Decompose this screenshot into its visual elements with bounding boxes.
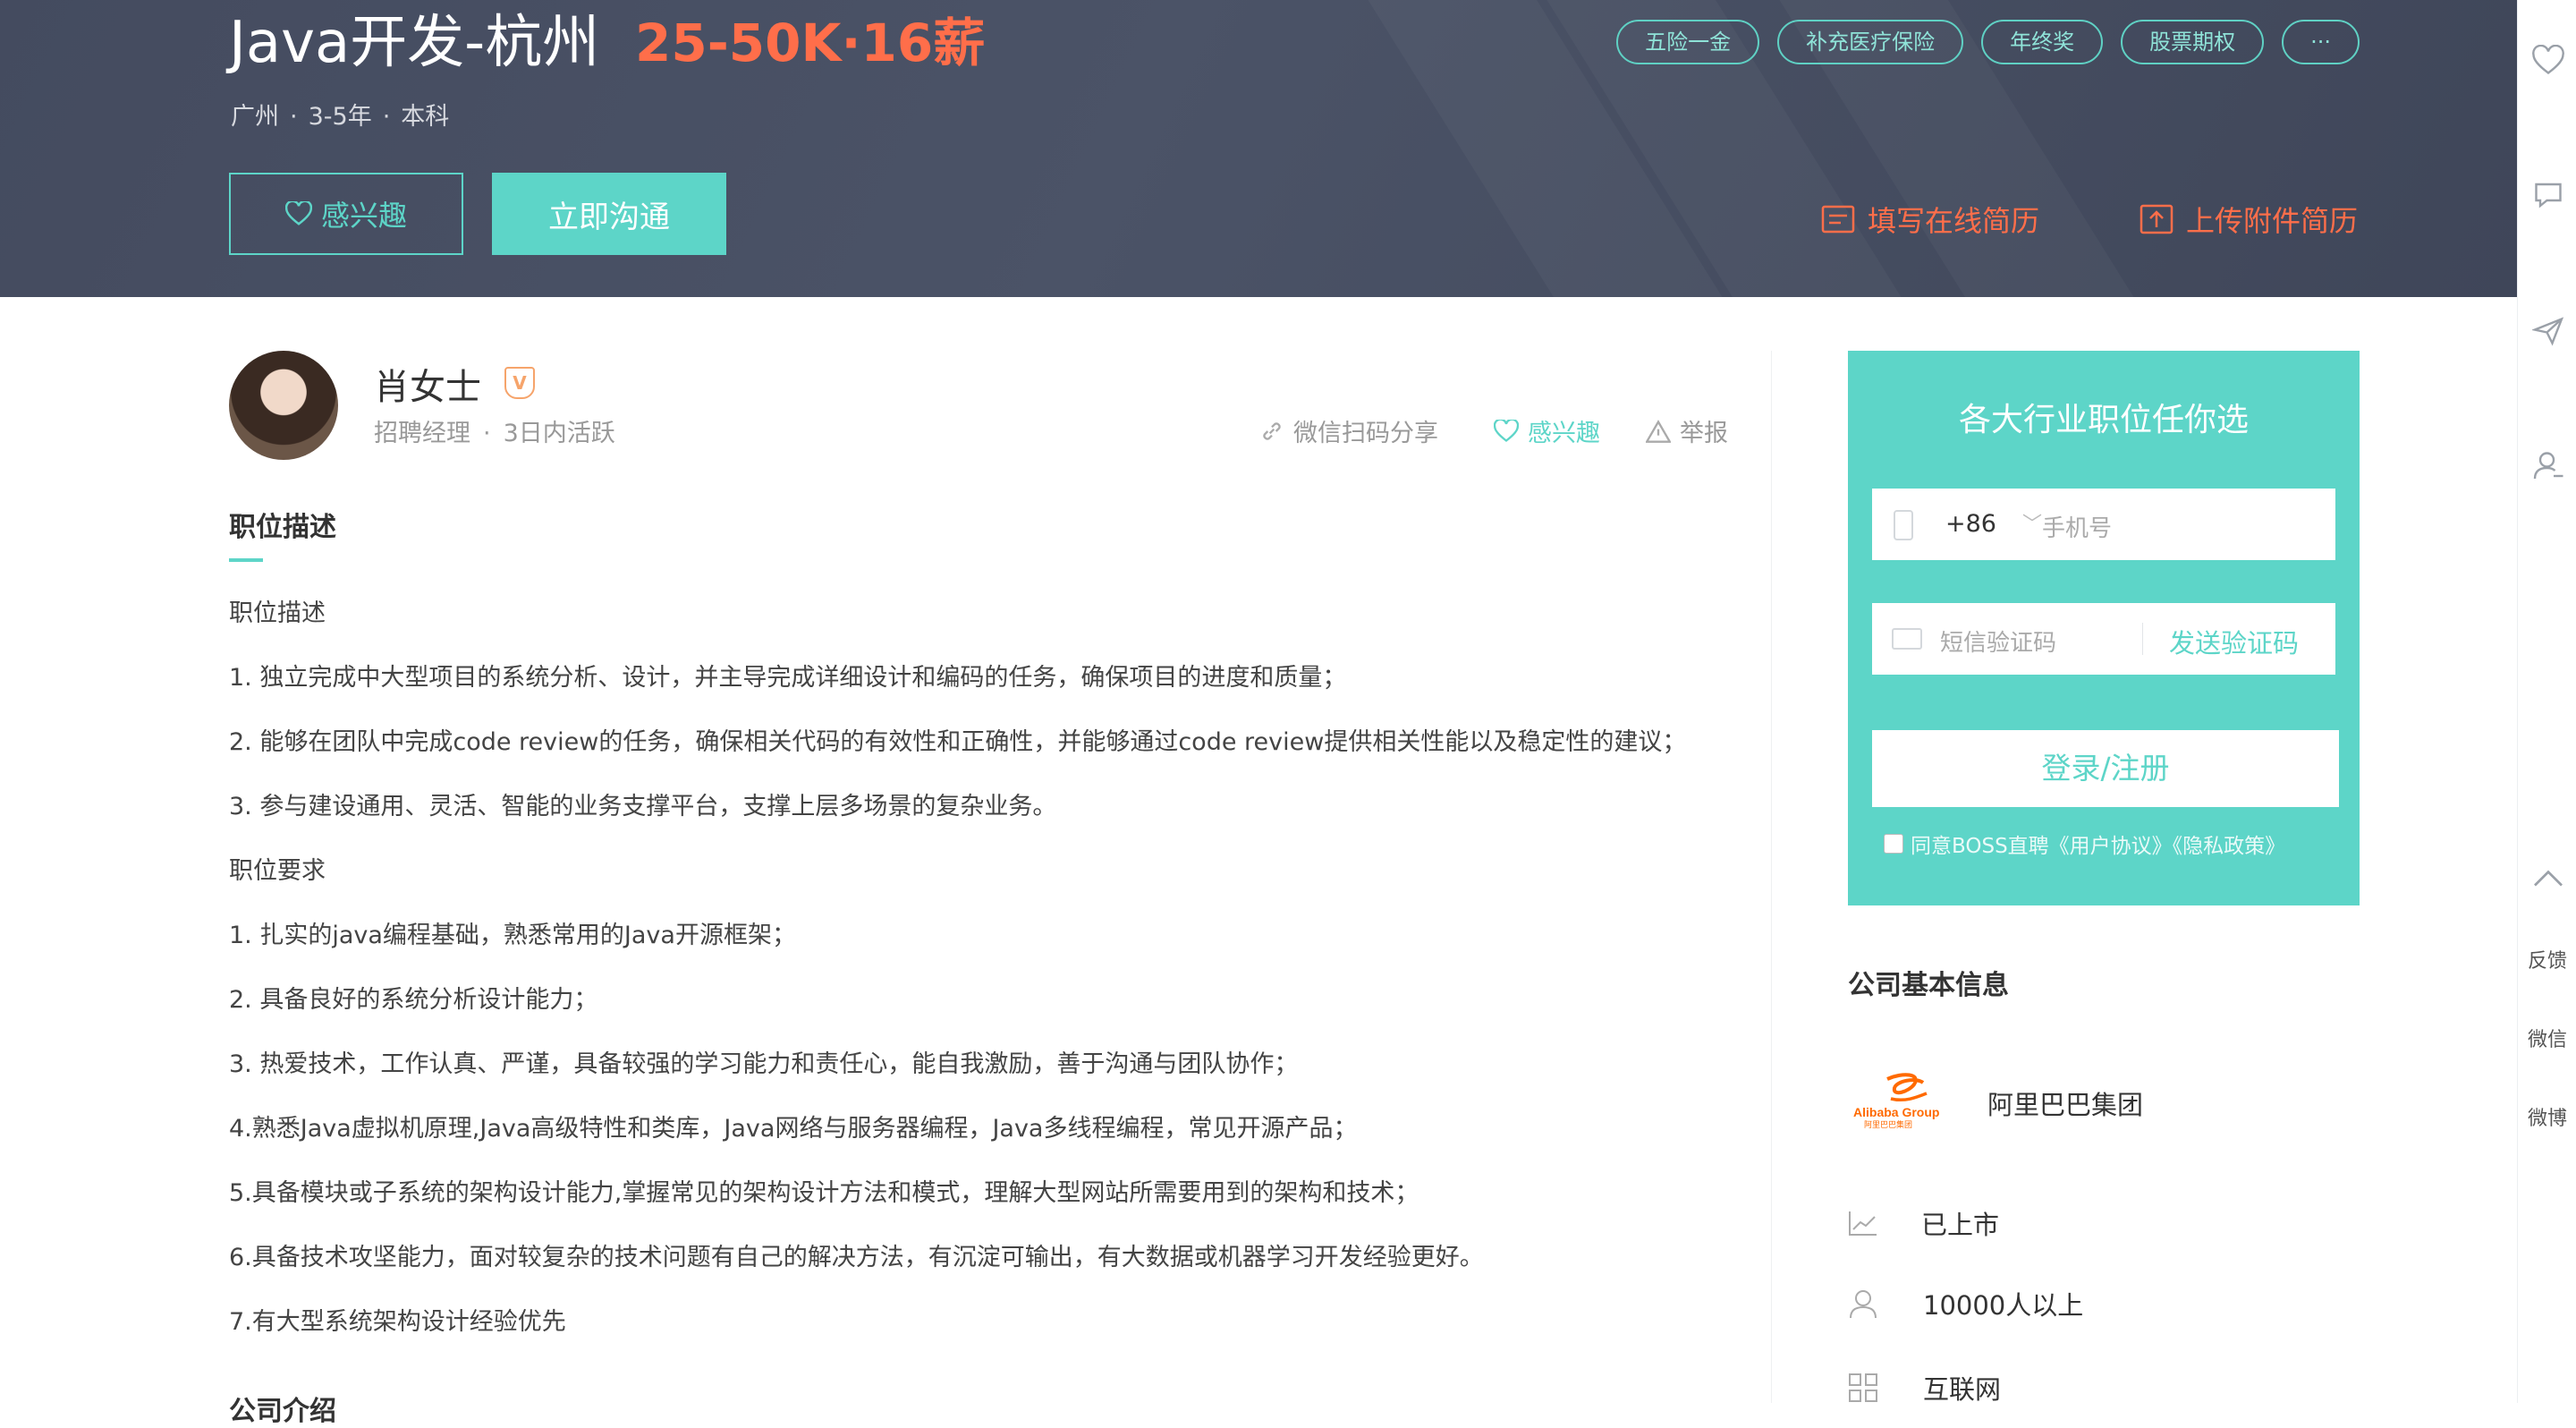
trend-chart-icon (1849, 1211, 1877, 1236)
code-input-row: 短信验证码 发送验证码 (1872, 603, 2335, 675)
job-degree: 本科 (401, 103, 450, 131)
upload-icon (2140, 204, 2174, 234)
recruiter-meta: 招聘经理 · 3日内活跃 (374, 420, 615, 447)
report-label: 举报 (1680, 420, 1728, 447)
description-line: 1. 独立完成中大型项目的系统分析、设计，并主导完成详细设计和编码的任务，确保项… (229, 664, 1347, 692)
job-benefit-tags: 五险一金 补充医疗保险 年终奖 股票期权 ··· (1616, 20, 2360, 64)
description-line: 7.有大型系统架构设计经验优先 (229, 1308, 566, 1336)
column-divider (1771, 351, 1772, 1403)
recruiter-active-status: 3日内活跃 (503, 420, 615, 447)
chevron-down-icon[interactable]: ﹀ (2022, 508, 2042, 537)
phone-input-row: +86 ﹀ 手机号 (1872, 489, 2335, 560)
send-plane-icon[interactable] (2532, 315, 2564, 347)
agreement-text[interactable]: 同意BOSS直聘《用户协议》《隐私政策》 (1911, 829, 2285, 859)
company-industry-row: 互联网 (1848, 1369, 2001, 1407)
benefit-tag: 年终奖 (1981, 20, 2104, 64)
description-line: 职位描述 (229, 599, 326, 627)
wechat-share-label: 微信扫码分享 (1293, 420, 1438, 447)
login-card-title: 各大行业职位任你选 (1958, 402, 2249, 438)
chat-now-button[interactable]: 立即沟通 (492, 173, 726, 255)
description-line: 2. 具备良好的系统分析设计能力； (229, 986, 598, 1014)
company-size-row: 10000人以上 (1848, 1285, 2083, 1322)
user-profile-icon[interactable] (2532, 449, 2564, 481)
agreement-checkbox[interactable] (1884, 834, 1903, 854)
more-tags-button[interactable]: ··· (2282, 20, 2360, 64)
description-line: 6.具备技术攻坚能力，面对较复杂的技术问题有自己的解决方法，有沉淀可输出，有大数… (229, 1244, 1484, 1271)
chat-bubble-icon[interactable] (2532, 179, 2564, 211)
recruiter-role: 招聘经理 (374, 420, 470, 447)
country-code-select[interactable]: +86 (1945, 510, 1996, 538)
phone-input[interactable]: 手机号 (2042, 510, 2112, 543)
company-stage-row: 已上市 (1848, 1204, 1999, 1242)
job-meta: 广州 · 3-5年 · 本科 (231, 103, 450, 131)
agreement-row: 同意BOSS直聘《用户协议》《隐私政策》 (1884, 829, 2285, 859)
job-experience: 3-5年 (308, 103, 372, 131)
job-city: 广州 (231, 103, 279, 131)
logo-text-cn: 阿里巴巴集团 (1864, 1119, 1912, 1130)
company-logo[interactable]: Alibaba Group 阿里巴巴集团 (1852, 1070, 1952, 1131)
weibo-link[interactable]: 微博 (2518, 1102, 2576, 1131)
job-title: Java开发-杭州 (229, 10, 600, 76)
interest-button-label: 感兴趣 (320, 199, 407, 233)
heart-icon (1494, 419, 1519, 442)
benefit-tag: 补充医疗保险 (1777, 20, 1964, 64)
recruiter-name: 肖女士 (374, 367, 481, 408)
send-code-button[interactable]: 发送验证码 (2169, 623, 2299, 660)
right-toolbar: 反馈 微信 微博 (2517, 0, 2576, 1403)
login-card: 各大行业职位任你选 +86 ﹀ 手机号 短信验证码 发送验证码 登录/注册 同意… (1848, 351, 2360, 905)
login-register-button[interactable]: 登录/注册 (1872, 730, 2339, 807)
upload-resume-link[interactable]: 上传附件简历 (2140, 199, 2358, 240)
benefit-tag: 五险一金 (1616, 20, 1760, 64)
interest-button[interactable]: 感兴趣 (229, 173, 463, 255)
report-link[interactable]: 举报 (1646, 413, 1728, 448)
section-underline (229, 558, 263, 562)
online-resume-link[interactable]: 填写在线简历 (1821, 199, 2039, 240)
interest-link-label: 感兴趣 (1528, 420, 1600, 447)
warning-icon (1646, 419, 1671, 443)
company-stage: 已上市 (1921, 1210, 2000, 1240)
company-info-title: 公司基本信息 (1848, 970, 2009, 1001)
description-line: 3. 参与建设通用、灵活、智能的业务支撑平台，支撑上层多场景的复杂业务。 (229, 793, 1057, 820)
alibaba-logo: Alibaba Group 阿里巴巴集团 (1853, 1073, 1939, 1130)
upload-resume-label: 上传附件简历 (2186, 204, 2359, 238)
description-line: 5.具备模块或子系统的架构设计能力,掌握常见的架构设计方法和模式，理解大型网站所… (229, 1179, 1419, 1207)
back-to-top-icon[interactable] (2532, 863, 2564, 895)
wechat-share-link[interactable]: 微信扫码分享 (1259, 413, 1438, 448)
input-separator (2142, 623, 2143, 655)
description-line: 2. 能够在团队中完成code review的任务，确保相关代码的有效性和正确性… (229, 728, 1687, 756)
description-line: 4.熟悉Java虚拟机原理,Java高级特性和类库，Java网络与服务器编程，J… (229, 1115, 1358, 1143)
sms-icon (1892, 628, 1922, 650)
online-resume-label: 填写在线简历 (1868, 204, 2040, 238)
verified-badge: V (504, 367, 535, 399)
wechat-link[interactable]: 微信 (2518, 1024, 2576, 1052)
job-description-title: 职位描述 (229, 512, 336, 543)
company-industry: 互联网 (1923, 1374, 2002, 1405)
heart-icon (284, 201, 312, 225)
company-size: 10000人以上 (1923, 1290, 2084, 1321)
company-intro-title: 公司介绍 (229, 1396, 336, 1427)
job-header: Java开发-杭州 25-50K·16薪 广州 · 3-5年 · 本科 五险一金 补充医… (0, 0, 2517, 297)
description-line: 职位要求 (229, 857, 326, 885)
feedback-link[interactable]: 反馈 (2518, 945, 2576, 973)
mobile-phone-icon (1894, 510, 1913, 540)
recruiter-avatar (229, 351, 338, 460)
interest-link[interactable]: 感兴趣 (1494, 413, 1600, 448)
link-icon (1263, 421, 1281, 440)
sms-code-input[interactable]: 短信验证码 (1940, 625, 2056, 658)
resume-form-icon (1821, 205, 1855, 234)
logo-text: Alibaba Group (1853, 1105, 1939, 1119)
person-icon (1850, 1290, 1877, 1319)
description-line: 3. 热爱技术，工作认真、严谨，具备较强的学习能力和责任心，能自我激励，善于沟通… (229, 1050, 1299, 1078)
company-name[interactable]: 阿里巴巴集团 (1987, 1084, 2143, 1122)
job-description-text: 职位描述 1. 独立完成中大型项目的系统分析、设计，并主导完成详细设计和编码的任… (229, 598, 1750, 1371)
benefit-tag: 股票期权 (2121, 20, 2265, 64)
description-line: 1. 扎实的java编程基础，熟悉常用的Java开源框架； (229, 922, 796, 949)
favorite-heart-icon[interactable] (2532, 45, 2564, 77)
grid-icon (1849, 1373, 1877, 1402)
job-salary: 25-50K·16薪 (635, 13, 986, 73)
